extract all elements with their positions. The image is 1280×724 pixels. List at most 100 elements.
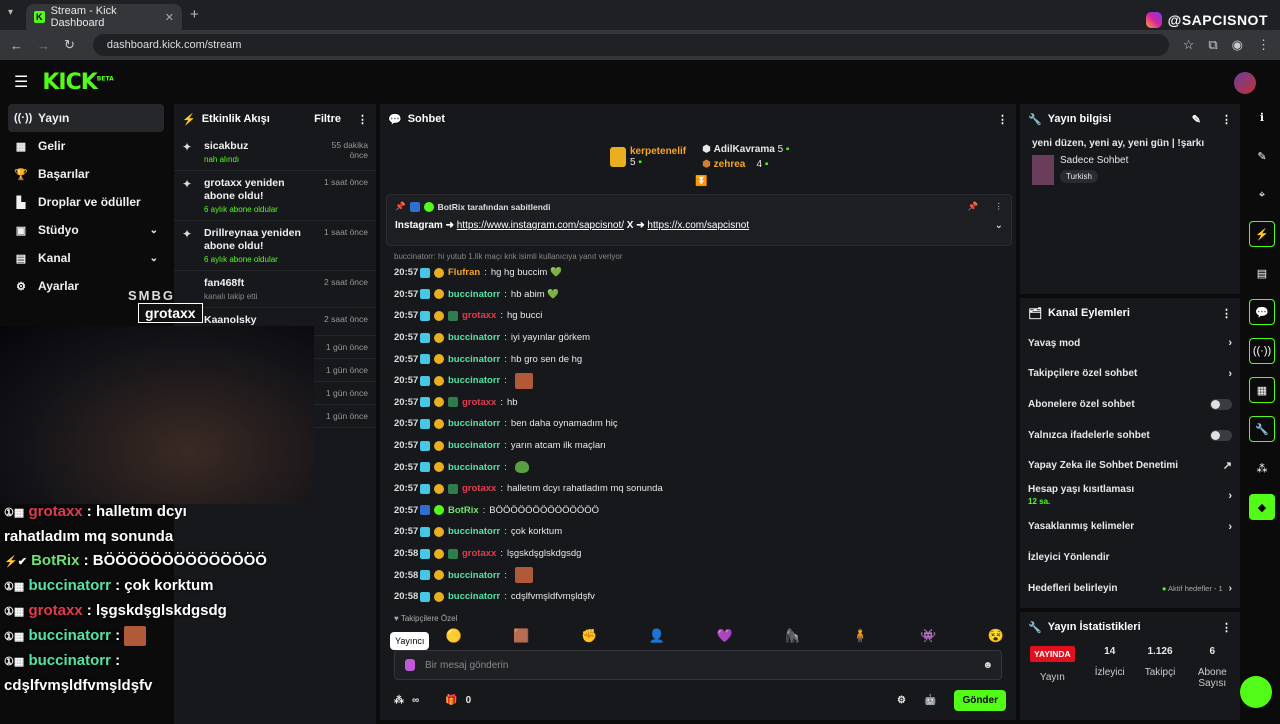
message-username[interactable]: BotRix: [448, 505, 479, 516]
channel-action-row[interactable]: Takipçilere özel sohbet ›: [1020, 359, 1240, 390]
channel-action-row[interactable]: İzleyici Yönlendir: [1020, 542, 1240, 573]
emote[interactable]: 💜: [717, 628, 733, 644]
message-username[interactable]: grotaxx: [462, 310, 496, 321]
chat-message[interactable]: 20:57 grotaxx: hb: [394, 392, 994, 414]
tab-search-icon[interactable]: ▾: [8, 7, 13, 18]
emote[interactable]: 👾: [920, 628, 936, 644]
toggle-switch[interactable]: [1210, 398, 1232, 410]
send-button[interactable]: Gönder: [954, 689, 1006, 711]
nav-item[interactable]: ▙ Droplar ve ödüller: [8, 188, 164, 216]
emote[interactable]: 🟡: [446, 628, 462, 644]
nav-item[interactable]: ▤ Kanal ⌄: [8, 244, 164, 272]
chevron-down-icon[interactable]: ⌄: [150, 253, 158, 264]
channel-action-row[interactable]: Hesap yaşı kısıtlaması 12 sa. ›: [1020, 481, 1240, 512]
support-fab[interactable]: [1240, 676, 1272, 708]
chat-message[interactable]: 20:58 buccinatorr:: [394, 564, 994, 586]
pencil-icon[interactable]: ✎: [1249, 143, 1275, 169]
chat-message[interactable]: 20:57 grotaxx: halletım dcyı rahatladım m…: [394, 478, 994, 500]
extensions-icon[interactable]: ⧉: [1208, 37, 1217, 53]
message-username[interactable]: buccinatorr: [448, 289, 500, 300]
expand-chevron-icon[interactable]: ⌄: [995, 220, 1003, 231]
channel-action-row[interactable]: Yalnızca ifadelerle sohbet: [1020, 420, 1240, 451]
message-username[interactable]: buccinatorr: [448, 332, 500, 343]
actions-more-icon[interactable]: ⋮: [1221, 307, 1232, 320]
reload-icon[interactable]: ↻: [64, 37, 75, 53]
actions-toggle-icon[interactable]: ▦: [1249, 377, 1275, 403]
emoji-picker-icon[interactable]: ☻: [982, 660, 993, 671]
chevron-right-icon[interactable]: ›: [1229, 583, 1232, 594]
chat-message[interactable]: 20:57 buccinatorr: hb abim 💚: [394, 284, 994, 306]
target-icon[interactable]: ⌖: [1249, 182, 1275, 208]
filter-button[interactable]: Filtre: [314, 113, 341, 125]
users-icon[interactable]: ⁂: [1249, 455, 1275, 481]
message-username[interactable]: buccinatorr: [448, 375, 500, 386]
kick-logo[interactable]: KICKBETA: [42, 70, 113, 95]
url-field[interactable]: dashboard.kick.com/stream: [92, 34, 1169, 56]
message-username[interactable]: buccinatorr: [448, 462, 500, 473]
tag-badge[interactable]: Turkish: [1060, 170, 1098, 183]
channel-action-row[interactable]: Yapay Zeka ile Sohbet Denetimi ↗: [1020, 450, 1240, 481]
activity-toggle-icon[interactable]: ⚡: [1249, 221, 1275, 247]
chevron-right-icon[interactable]: ›: [1228, 337, 1232, 349]
notes-icon[interactable]: ▤: [1249, 260, 1275, 286]
message-username[interactable]: buccinatorr: [448, 418, 500, 429]
channel-action-row[interactable]: Yasaklanmış kelimeler ›: [1020, 512, 1240, 543]
chevron-right-icon[interactable]: ›: [1228, 368, 1232, 380]
message-username[interactable]: grotaxx: [462, 397, 496, 408]
chat-message[interactable]: 20:57 Flufran: hg hg buccim 💚: [394, 262, 994, 284]
nav-item[interactable]: ▣ Stüdyo ⌄: [8, 216, 164, 244]
chat-message[interactable]: 20:57 buccinatorr: yarın atcam ilk maçlar…: [394, 435, 994, 457]
chat-message[interactable]: 20:57 buccinatorr: çok korktum: [394, 521, 994, 543]
user-avatar[interactable]: [1234, 72, 1256, 94]
instagram-link[interactable]: https://www.instagram.com/sapcisnot/: [457, 220, 624, 231]
chat-message[interactable]: 20:58 buccinatorr: cdşlfvmşldfvmşldşfv: [394, 586, 994, 608]
channel-action-row[interactable]: Yavaş mod ›: [1020, 328, 1240, 359]
x-link[interactable]: https://x.com/sapcisnot: [647, 220, 749, 231]
channel-action-row[interactable]: Hedefleri belirleyin ● Aktif hedefler - 1…: [1020, 573, 1240, 604]
gift-icon[interactable]: 🎁: [445, 695, 457, 706]
chat-bot-icon[interactable]: 🤖: [924, 695, 936, 706]
chat-message[interactable]: 20:57 buccinatorr:: [394, 456, 994, 478]
collapse-arrow-icon[interactable]: ⏬: [695, 176, 707, 187]
message-username[interactable]: grotaxx: [462, 483, 496, 494]
pinned-more-icon[interactable]: ⋮: [995, 201, 1004, 212]
app-icon[interactable]: ◆: [1249, 494, 1275, 520]
browser-menu-icon[interactable]: ⋮: [1257, 37, 1270, 53]
tools-toggle-icon[interactable]: 🔧: [1249, 416, 1275, 442]
chat-message[interactable]: 20:57 buccinatorr: ben daha oynamadım hiç: [394, 413, 994, 435]
emote[interactable]: ✊: [581, 628, 597, 644]
chevron-right-icon[interactable]: ›: [1228, 521, 1232, 533]
info-more-icon[interactable]: ⋮: [1221, 113, 1232, 126]
chat-message[interactable]: 20:57 buccinatorr: iyi yayınlar görkem: [394, 327, 994, 349]
close-tab-icon[interactable]: ✕: [165, 11, 174, 24]
message-username[interactable]: buccinatorr: [448, 526, 500, 537]
stats-more-icon[interactable]: ⋮: [1221, 621, 1232, 634]
hamburger-menu-icon[interactable]: ☰: [14, 72, 28, 92]
info-icon[interactable]: ℹ: [1249, 104, 1275, 130]
chat-message[interactable]: 20:58 grotaxx: lşgskdşglskdgsdg: [394, 543, 994, 565]
emote[interactable]: 🦍: [784, 628, 800, 644]
emote[interactable]: 👤: [649, 628, 665, 644]
external-link-icon[interactable]: ↗: [1223, 459, 1232, 472]
chat-message[interactable]: 20:57 buccinatorr: hb gro sen de hg: [394, 348, 994, 370]
browser-tab[interactable]: K Stream - Kick Dashboard ✕: [26, 4, 182, 30]
message-username[interactable]: buccinatorr: [448, 570, 500, 581]
forward-icon[interactable]: →: [37, 38, 50, 53]
chat-settings-icon[interactable]: ⚙: [897, 695, 906, 706]
unpin-icon[interactable]: 📌: [968, 201, 979, 212]
emote[interactable]: 😵: [988, 628, 1004, 644]
chat-message[interactable]: 20:57 BotRix: BÖÖÖÖÖÖÖÖÖÖÖÖÖÖ: [394, 500, 994, 522]
emote[interactable]: 🟫: [513, 628, 529, 644]
message-username[interactable]: buccinatorr: [448, 591, 500, 602]
profile-icon[interactable]: ◉: [1232, 37, 1243, 53]
bookmark-star-icon[interactable]: ☆: [1183, 37, 1195, 53]
emote[interactable]: 🧍: [852, 628, 868, 644]
nav-item[interactable]: 🏆 Başarılar: [8, 160, 164, 188]
activity-more-icon[interactable]: ⋮: [357, 113, 368, 126]
chevron-down-icon[interactable]: ⌄: [150, 225, 158, 236]
back-icon[interactable]: ←: [10, 38, 23, 53]
toggle-switch[interactable]: [1210, 429, 1232, 441]
new-tab-icon[interactable]: +: [190, 6, 199, 23]
channel-action-row[interactable]: Abonelere özel sohbet: [1020, 389, 1240, 420]
nav-item[interactable]: ((·)) Yayın: [8, 104, 164, 132]
